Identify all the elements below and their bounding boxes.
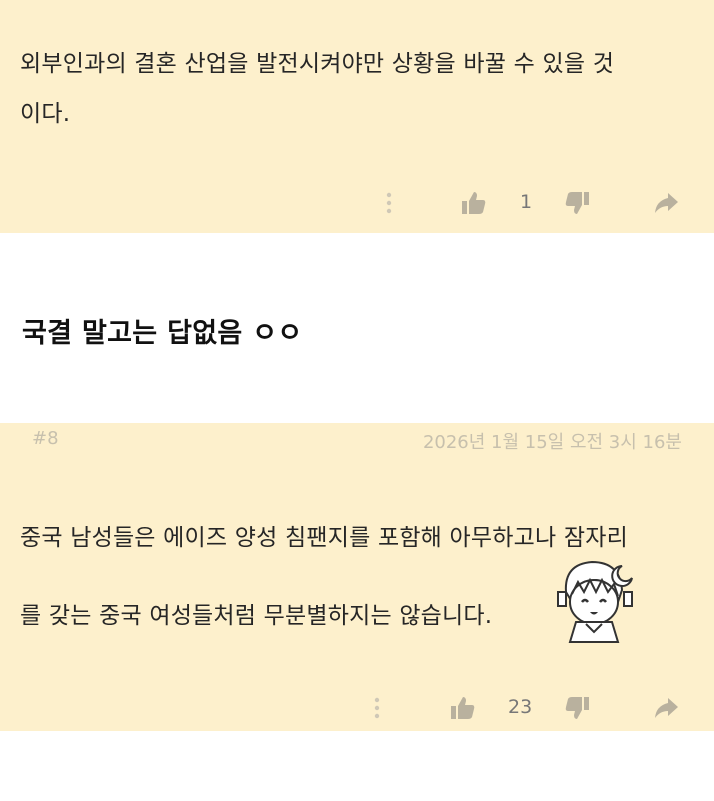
thumbs-down-icon[interactable] (564, 189, 592, 217)
like-count: 23 (508, 696, 533, 718)
share-arrow-icon[interactable] (652, 189, 680, 217)
more-vertical-icon[interactable] (363, 694, 391, 722)
comment-index: #8 (32, 428, 59, 449)
like-count: 1 (520, 191, 533, 213)
more-vertical-icon[interactable] (375, 189, 403, 217)
share-arrow-icon[interactable] (652, 694, 680, 722)
standalone-text: 국결 말고는 답없음 ㅇㅇ (22, 318, 303, 349)
comment-action-bar: 23 (0, 688, 714, 728)
comment-date: 2026년 1월 15일 오전 3시 16분 (422, 432, 682, 453)
anime-girl-sticker-icon (548, 552, 644, 644)
comment-action-bar: 1 (0, 183, 714, 223)
comment-text-line-2: 를 갖는 중국 여성들처럼 무분별하지는 않습니다. (20, 603, 493, 629)
comment-text-line-2: 이다. (20, 101, 71, 127)
thumbs-down-icon[interactable] (564, 694, 592, 722)
comment-text-line-1: 중국 남성들은 에이즈 양성 침팬지를 포함해 아무하고나 잠자리 (20, 525, 628, 551)
thumbs-up-icon[interactable] (459, 189, 487, 217)
comment-text-line-1: 외부인과의 결혼 산업을 발전시켜야만 상황을 바꿀 수 있을 것 (20, 51, 615, 77)
comment-card-top: 외부인과의 결혼 산업을 발전시켜야만 상황을 바꿀 수 있을 것 이다. 1 (0, 0, 714, 233)
thumbs-up-icon[interactable] (448, 694, 476, 722)
